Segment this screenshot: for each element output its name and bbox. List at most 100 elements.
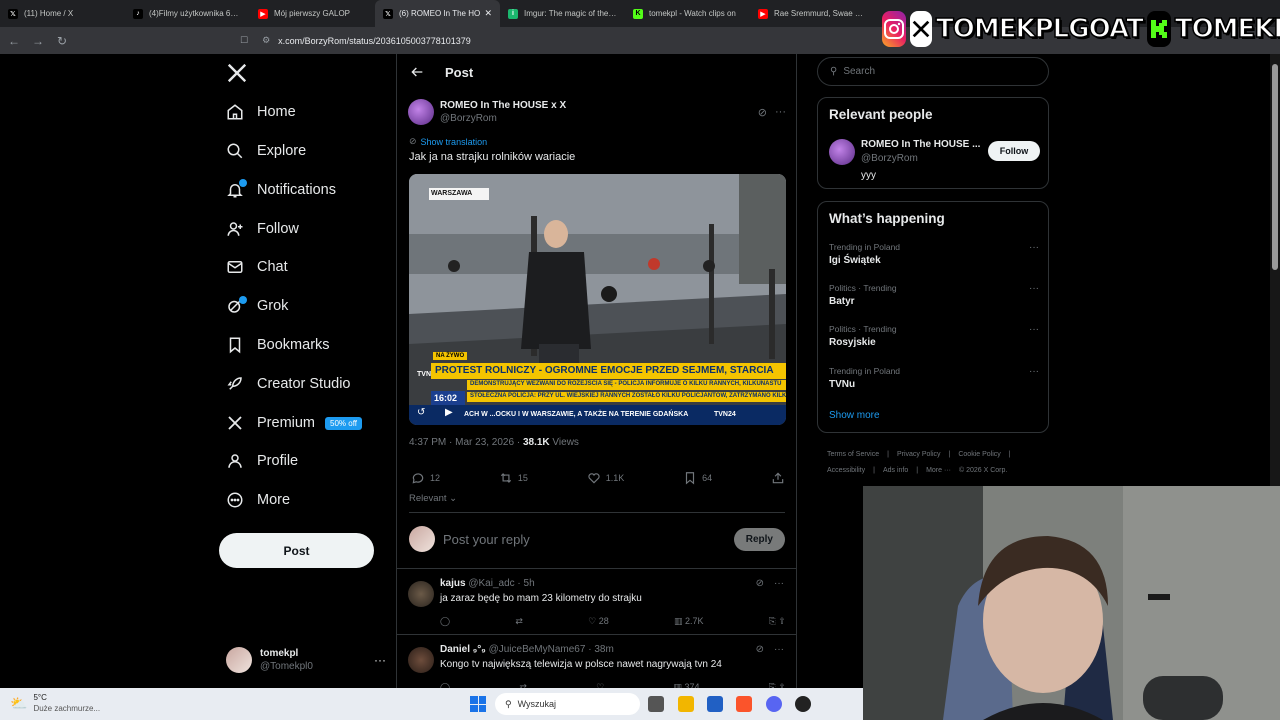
footer-link[interactable]: More ··· — [926, 467, 951, 474]
person-name[interactable]: ROMEO In The HOUSE ... — [861, 139, 980, 150]
bookmark-star-icon[interactable]: ☐ — [240, 35, 248, 46]
footer-link[interactable]: Cookie Policy — [958, 451, 1000, 458]
avatar[interactable] — [829, 139, 855, 165]
author-handle[interactable]: @BorzyRom — [440, 112, 566, 125]
footer-links: Terms of Service | Privacy Policy | Cookie P… — [827, 447, 1057, 479]
reply-author-name[interactable]: Daniel ₉°₉ — [440, 644, 486, 655]
grok-icon[interactable]: ⊘ — [756, 578, 764, 589]
like-action[interactable]: ♡ 28 — [588, 616, 609, 627]
tab-imgur[interactable]: i Imgur: The magic of the In — [500, 0, 625, 27]
scrollbar-thumb[interactable] — [1272, 64, 1278, 270]
reply-item[interactable]: Daniel ₉°₉ @JuiceBeMyName67 · 38m Kongo … — [408, 637, 786, 688]
file-explorer-icon[interactable] — [678, 696, 694, 712]
nav-item-more[interactable]: More — [226, 487, 290, 513]
trend-item[interactable]: Politics · Trending Batyr ··· — [829, 283, 1039, 307]
footer-link[interactable]: Accessibility — [827, 467, 865, 474]
author-name[interactable]: ROMEO In The HOUSE x X — [440, 99, 566, 112]
trend-item[interactable]: Trending in Poland TVNu ··· — [829, 366, 1039, 390]
play-icon[interactable]: ▶ — [445, 407, 453, 418]
footer-link[interactable]: Ads info — [883, 467, 908, 474]
nav-item-home[interactable]: Home — [226, 99, 296, 125]
more-dots-icon[interactable]: ··· — [774, 644, 784, 655]
tab-romeo-active[interactable]: 𝕏 (6) ROMEO In The HO ✕ — [375, 0, 500, 27]
nav-item-creator-studio[interactable]: Creator Studio — [226, 371, 351, 397]
reply-text: ja zaraz będę bo mam 23 kilometry do str… — [440, 593, 642, 604]
nav-item-follow[interactable]: Follow — [226, 216, 299, 242]
tab-youtube-galop[interactable]: ▶ Mój pierwszy GALOP — [250, 0, 375, 27]
like-action[interactable]: 1.1K — [587, 471, 624, 485]
tab-kick[interactable]: K tomekpl - Watch clips on — [625, 0, 750, 27]
footer-copyright: © 2026 X Corp. — [958, 467, 1008, 474]
view-count: 2.7K — [684, 616, 704, 626]
more-dots-icon[interactable]: ··· — [1029, 283, 1039, 294]
nav-item-explore[interactable]: Explore — [226, 138, 306, 164]
x-logo-icon[interactable] — [226, 62, 248, 84]
reply-input[interactable]: Post your reply — [443, 532, 530, 547]
more-dots-icon[interactable]: ··· — [374, 653, 386, 667]
grok-icon[interactable]: ⊘ — [756, 644, 764, 655]
nav-item-profile[interactable]: Profile — [226, 448, 298, 474]
post-video[interactable]: WARSZAWA NA ŻYWO TVN24 PROTEST ROLNICZY … — [409, 174, 786, 425]
post-timestamp[interactable]: 4:37 PM · Mar 23, 2026 · — [409, 437, 523, 448]
repost-icon[interactable]: ⇄ — [515, 616, 523, 627]
reply-button[interactable]: Reply — [733, 527, 785, 551]
bookmark-action[interactable]: 64 — [683, 471, 712, 485]
trend-context: Trending in Poland — [829, 242, 901, 252]
forward-arrow-icon[interactable]: → — [28, 31, 48, 51]
footer-link[interactable]: Terms of Service — [827, 451, 879, 458]
back-arrow-icon[interactable] — [409, 64, 425, 80]
avatar[interactable] — [408, 647, 434, 673]
tab-youtube-rae[interactable]: ▶ Rae Sremmurd, Swae Lee — [750, 0, 875, 27]
tab-tiktok[interactable]: ♪ (4)Filmy użytkownika 6Foo — [125, 0, 250, 27]
store-icon[interactable] — [707, 696, 723, 712]
reply-sort-dropdown[interactable]: Relevant ⌄ — [409, 493, 457, 504]
more-dots-icon[interactable]: ··· — [775, 106, 786, 118]
avatar[interactable] — [408, 99, 434, 125]
nav-item-bookmarks[interactable]: Bookmarks — [226, 332, 330, 358]
reply-item[interactable]: kajus @Kai_adc · 5h ja zaraz będę bo mam… — [408, 571, 786, 631]
nav-item-chat[interactable]: Chat — [226, 254, 288, 280]
imgur-icon: i — [508, 8, 518, 19]
account-switcher[interactable]: tomekpl @Tomekpl0 ··· — [226, 643, 386, 677]
task-view-icon[interactable] — [648, 696, 664, 712]
reply-action[interactable]: 12 — [411, 471, 440, 485]
site-info-icon[interactable]: ⚙ — [262, 35, 270, 46]
url-field[interactable]: ☐ ⚙ x.com/BorzyRom/status/20361050037781… — [240, 31, 880, 50]
more-dots-icon[interactable]: ··· — [1029, 366, 1039, 377]
repost-action[interactable]: 15 — [499, 471, 528, 485]
trend-item[interactable]: Politics · Trending Rosyjskie ··· — [829, 324, 1039, 348]
search-input[interactable]: ⚲ Search — [817, 57, 1049, 86]
avatar[interactable] — [408, 581, 434, 607]
views-action[interactable]: ▥ 2.7K — [674, 616, 704, 627]
obs-icon[interactable] — [795, 696, 811, 712]
weather-widget[interactable]: ⛅ 5°C Duże zachmurze... — [10, 692, 100, 714]
replay-icon[interactable]: ↺ — [417, 407, 425, 418]
grok-icon[interactable]: ⊘ — [758, 106, 767, 119]
trend-item[interactable]: Trending in Poland Igi Świątek ··· — [829, 242, 1039, 266]
more-dots-icon[interactable]: ··· — [774, 578, 784, 589]
back-arrow-icon[interactable]: ← — [4, 31, 24, 51]
more-dots-icon[interactable]: ··· — [1029, 324, 1039, 335]
show-translation-link[interactable]: ⊘ Show translation — [409, 136, 487, 147]
bookmark-share-icons[interactable]: ⎘ ⇪ — [769, 616, 786, 627]
more-dots-icon[interactable]: ··· — [1029, 242, 1039, 253]
nav-item-grok[interactable]: Grok — [226, 293, 288, 319]
nav-item-notifications[interactable]: Notifications — [226, 177, 336, 203]
follow-button[interactable]: Follow — [988, 141, 1040, 161]
show-more-link[interactable]: Show more — [829, 410, 880, 421]
share-action[interactable] — [771, 471, 785, 485]
footer-link[interactable]: Privacy Policy — [897, 451, 941, 458]
post-button[interactable]: Post — [219, 533, 374, 568]
reply-icon[interactable]: ◯ — [440, 616, 450, 627]
close-tab-icon[interactable]: ✕ — [480, 8, 492, 19]
reply-author-name[interactable]: kajus — [440, 578, 466, 589]
taskbar-search[interactable]: ⚲ Wyszukaj — [495, 693, 640, 715]
reload-icon[interactable]: ↻ — [52, 31, 72, 51]
nav-item-premium[interactable]: Premium 50% off — [226, 410, 362, 436]
tab-title: Imgur: The magic of the In — [524, 9, 617, 18]
tab-home-x[interactable]: 𝕏 (11) Home / X — [0, 0, 125, 27]
reply-author-handle: @Kai_adc · 5h — [468, 578, 535, 589]
windows-start-icon[interactable] — [470, 696, 486, 712]
brave-icon[interactable] — [736, 696, 752, 712]
discord-icon[interactable] — [766, 696, 782, 712]
